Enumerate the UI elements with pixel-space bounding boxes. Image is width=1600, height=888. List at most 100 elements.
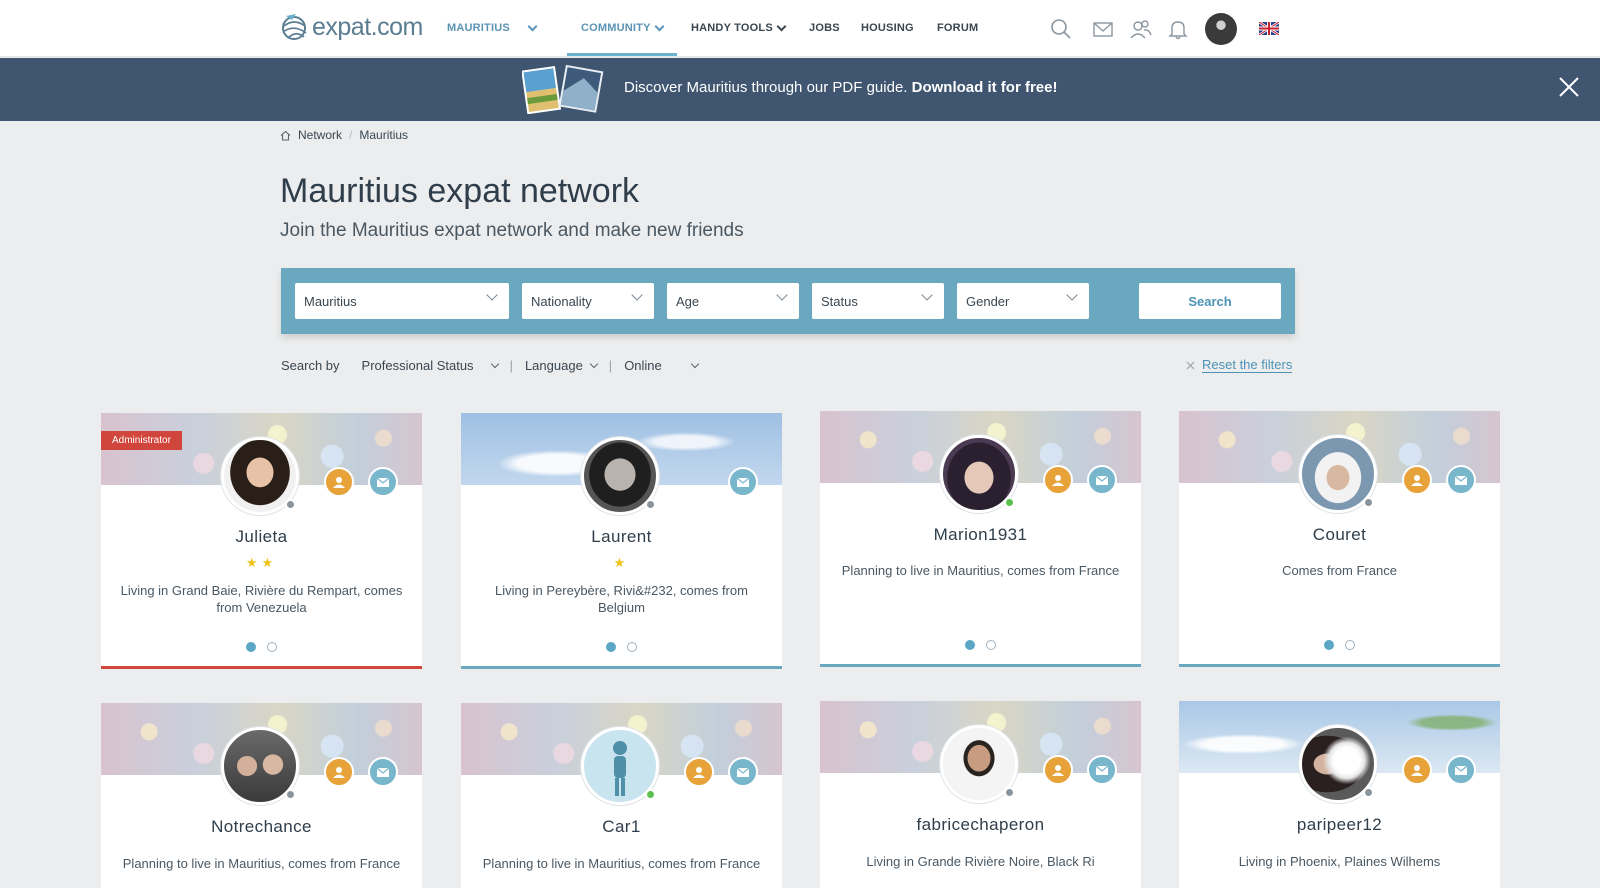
add-friend-button[interactable]	[1402, 755, 1432, 785]
nav-forum-label: FORUM	[937, 22, 979, 34]
add-friend-button[interactable]	[1043, 755, 1073, 785]
age-select[interactable]: Age	[667, 283, 799, 319]
member-name[interactable]: Julieta	[101, 527, 422, 547]
member-card[interactable]: fabricechaperon Living in Grande Rivière…	[820, 701, 1141, 888]
online-filter[interactable]: Online	[624, 358, 700, 373]
language-filter[interactable]: Language	[525, 358, 599, 373]
send-message-button[interactable]	[1087, 755, 1117, 785]
page-dot[interactable]	[627, 642, 637, 652]
member-name[interactable]: Notrechance	[101, 817, 422, 837]
member-name[interactable]: Marion1931	[820, 525, 1141, 545]
nav-handy-tools[interactable]: HANDY TOOLS	[691, 21, 787, 34]
chevron-down-icon	[486, 289, 498, 301]
chevron-down-icon	[490, 359, 499, 368]
page-title: Mauritius expat network	[280, 172, 640, 210]
chevron-down-icon	[527, 21, 538, 31]
page-dot[interactable]	[1345, 640, 1355, 650]
member-card[interactable]: paripeer12 Living in Phoenix, Plaines Wi…	[1179, 701, 1500, 888]
gender-select[interactable]: Gender	[957, 283, 1089, 319]
page-dot-active[interactable]	[246, 642, 256, 652]
member-name[interactable]: Laurent	[461, 527, 782, 547]
send-message-button[interactable]	[368, 467, 398, 497]
separator: |	[509, 358, 513, 373]
nav-jobs[interactable]: JOBS	[809, 22, 840, 34]
envelope-icon	[736, 477, 750, 487]
add-friend-button[interactable]	[1402, 465, 1432, 495]
card-bottom-bar	[461, 666, 782, 669]
card-bottom-bar	[820, 664, 1141, 667]
reset-filters-link[interactable]: Reset the filters	[1186, 357, 1293, 373]
user-avatar[interactable]	[1205, 13, 1237, 45]
breadcrumb-separator: /	[349, 128, 353, 142]
member-card[interactable]: Couret Comes from France	[1179, 411, 1500, 667]
uk-flag-icon[interactable]	[1259, 22, 1279, 35]
guide-banner: Discover Mauritius through our PDF guide…	[0, 58, 1600, 121]
gender-select-value: Gender	[966, 294, 1010, 309]
nationality-select[interactable]: Nationality	[522, 283, 654, 319]
offline-status-dot	[285, 789, 296, 800]
page-dot-active[interactable]	[965, 640, 975, 650]
country-select[interactable]: Mauritius	[295, 283, 509, 319]
add-friend-button[interactable]	[1043, 465, 1073, 495]
page-subtitle: Join the Mauritius expat network and mak…	[280, 220, 744, 241]
page-dot-active[interactable]	[1324, 640, 1334, 650]
online-label: Online	[624, 358, 662, 373]
breadcrumb-mauritius[interactable]: Mauritius	[359, 128, 408, 142]
rating-stars: ★★	[245, 555, 278, 570]
chevron-down-icon	[654, 21, 665, 31]
send-message-button[interactable]	[728, 757, 758, 787]
page-dot-active[interactable]	[606, 642, 616, 652]
send-message-button[interactable]	[368, 757, 398, 787]
envelope-icon	[1095, 475, 1109, 485]
chevron-down-icon	[921, 289, 933, 301]
top-navigation: expat.com MAURITIUS COMMUNITY HANDY TOOL…	[0, 0, 1600, 57]
professional-status-filter[interactable]: Professional Status	[362, 358, 499, 373]
add-friend-button[interactable]	[324, 757, 354, 787]
page-dot[interactable]	[986, 640, 996, 650]
breadcrumb-network[interactable]: Network	[298, 128, 342, 142]
add-friend-button[interactable]	[684, 757, 714, 787]
nav-forum[interactable]: FORUM	[937, 22, 978, 34]
member-name[interactable]: paripeer12	[1179, 815, 1500, 835]
member-card[interactable]: Marion1931 Planning to live in Mauritius…	[820, 411, 1141, 667]
member-name[interactable]: fabricechaperon	[820, 815, 1141, 835]
member-card[interactable]: Car1 Planning to live in Mauritius, come…	[461, 703, 782, 888]
country-selector[interactable]: MAURITIUS	[447, 21, 538, 34]
member-card[interactable]: Administrator Julieta ★★ Living in Grand…	[101, 413, 422, 669]
search-button[interactable]: Search	[1139, 283, 1281, 319]
member-card[interactable]: Laurent ★ Living in Pereybère, Rivi&#232…	[461, 413, 782, 669]
bell-icon[interactable]	[1167, 18, 1189, 40]
nav-community[interactable]: COMMUNITY	[581, 21, 665, 34]
search-by-label: Search by	[281, 358, 340, 373]
filter-bar: Mauritius Nationality Age Status Gender …	[281, 268, 1295, 334]
close-icon[interactable]	[1558, 76, 1580, 98]
download-guide-link[interactable]: Download it for free!	[912, 79, 1058, 96]
member-name[interactable]: Car1	[461, 817, 782, 837]
mail-icon[interactable]	[1092, 18, 1114, 40]
member-card[interactable]: Notrechance Planning to live in Mauritiu…	[101, 703, 422, 888]
nav-housing[interactable]: HOUSING	[861, 22, 914, 34]
send-message-button[interactable]	[1446, 755, 1476, 785]
member-description: Planning to live in Mauritius, comes fro…	[122, 856, 401, 871]
home-icon[interactable]	[280, 130, 291, 141]
globe-logo-icon	[282, 14, 307, 40]
banner-text: Discover Mauritius through our PDF guide…	[624, 79, 1057, 96]
page-dot[interactable]	[267, 642, 277, 652]
user-icon	[333, 767, 345, 778]
card-bottom-bar	[101, 666, 422, 669]
card-pagination	[461, 642, 782, 652]
add-friend-button[interactable]	[324, 467, 354, 497]
administrator-badge: Administrator	[101, 431, 182, 450]
member-name[interactable]: Couret	[1179, 525, 1500, 545]
send-message-button[interactable]	[1446, 465, 1476, 495]
status-select[interactable]: Status	[812, 283, 944, 319]
contacts-icon[interactable]	[1130, 18, 1152, 40]
logo-text: expat.com	[312, 12, 423, 41]
online-status-dot	[645, 789, 656, 800]
send-message-button[interactable]	[1087, 465, 1117, 495]
envelope-icon	[376, 767, 390, 777]
expat-logo[interactable]: expat.com	[280, 12, 423, 42]
send-message-button[interactable]	[728, 467, 758, 497]
search-icon[interactable]	[1050, 18, 1072, 40]
offline-status-dot	[1363, 497, 1374, 508]
